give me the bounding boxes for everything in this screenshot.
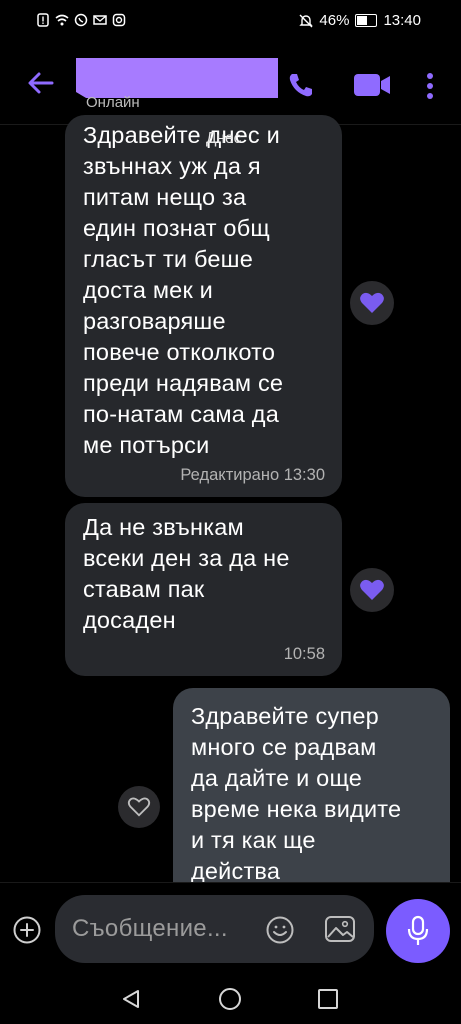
microphone-icon — [407, 915, 429, 945]
notification-icons — [36, 13, 126, 27]
mail-icon — [93, 15, 107, 25]
heart-icon — [360, 579, 384, 600]
message-input[interactable]: Съобщение... — [55, 895, 374, 963]
instagram-icon — [112, 13, 126, 27]
message-input-placeholder: Съобщение... — [72, 915, 228, 942]
clock: 13:40 — [383, 12, 421, 29]
message-time: 10:58 — [283, 645, 325, 663]
nav-home-icon[interactable] — [219, 988, 241, 1010]
gallery-icon[interactable] — [324, 914, 356, 944]
like-button[interactable] — [118, 786, 160, 828]
message-composer: Съобщение... — [0, 882, 461, 975]
nav-recents-icon[interactable] — [318, 989, 338, 1009]
like-button[interactable] — [350, 568, 394, 612]
mute-icon — [299, 14, 314, 27]
message-bubble-incoming[interactable]: Да не звънкам всеки ден за да не ставам … — [65, 503, 342, 676]
message-text: Да не звънкам всеки ден за да не ставам … — [83, 514, 290, 633]
chat-header: Онлайн — [0, 42, 461, 125]
more-menu-icon[interactable] — [424, 72, 436, 100]
call-icon[interactable] — [286, 70, 316, 100]
alert-icon — [37, 13, 49, 27]
battery-percent: 46% — [319, 12, 350, 29]
like-button[interactable] — [350, 281, 394, 325]
attach-plus-icon[interactable] — [12, 915, 42, 945]
battery-level — [357, 16, 367, 25]
date-separator: Днес — [206, 130, 242, 147]
video-call-icon[interactable] — [352, 72, 392, 98]
voice-message-button[interactable] — [386, 899, 450, 963]
heart-outline-icon — [127, 797, 151, 817]
status-bar: 46% 13:40 — [0, 0, 461, 42]
message-text: Здравейте супер много се радвам да дайте… — [191, 703, 402, 884]
heart-icon — [360, 292, 384, 313]
viber-icon — [74, 13, 88, 27]
status-right: 46% 13:40 — [299, 12, 421, 29]
message-text: Здравейте днес и звъннах уж да я питам н… — [83, 122, 284, 458]
system-nav-bar — [0, 974, 461, 1024]
contact-name-redacted[interactable] — [76, 58, 278, 98]
wifi-icon — [55, 14, 69, 26]
back-arrow-icon[interactable] — [26, 68, 56, 98]
contact-status: Онлайн — [86, 94, 140, 111]
battery-icon — [355, 14, 378, 27]
nav-back-icon[interactable] — [120, 988, 142, 1010]
message-bubble-incoming[interactable]: Здравейте днес и звъннах уж да я питам н… — [65, 115, 342, 497]
message-meta: Редактирано 13:30 — [180, 466, 325, 484]
emoji-icon[interactable] — [265, 915, 295, 945]
